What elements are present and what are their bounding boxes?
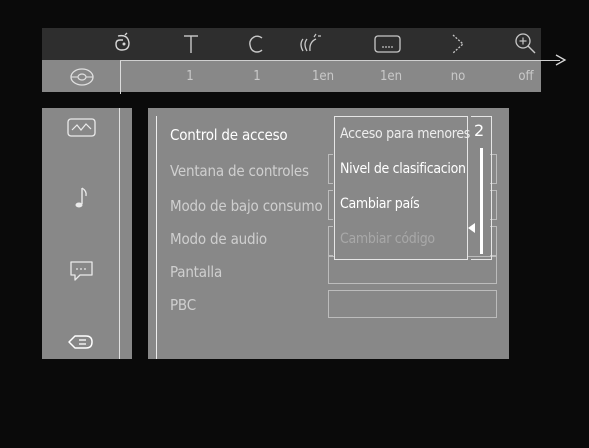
title-icon[interactable] — [181, 33, 201, 55]
header-value-zoom: off — [518, 69, 534, 84]
level-slider-track[interactable] — [480, 148, 483, 254]
menu-item-modo-audio[interactable]: Modo de audio — [170, 230, 267, 248]
submenu-item-cambiar-pais[interactable]: Cambiar país — [340, 196, 420, 212]
value-box-left-edge-1 — [328, 154, 333, 184]
header-value-angle: no — [450, 69, 466, 84]
value-box-left-edge-2 — [328, 190, 333, 220]
angle-icon[interactable] — [447, 31, 469, 57]
menu-item-ventana-controles[interactable]: Ventana de controles — [170, 162, 309, 180]
header-value-subtitle: 1en — [379, 69, 403, 84]
menu-item-control-acceso[interactable]: Control de acceso — [170, 126, 288, 144]
picture-settings-icon[interactable] — [66, 117, 98, 139]
subtitle-icon[interactable] — [373, 33, 403, 55]
level-slider-pointer-icon[interactable] — [466, 221, 478, 235]
menu-divider — [156, 116, 157, 359]
audio-language-icon[interactable] — [296, 33, 326, 55]
header-value-title: 1 — [186, 69, 194, 84]
value-box-pbc[interactable] — [328, 290, 497, 318]
header-value-audio: 1en — [311, 69, 335, 84]
menu-item-modo-bajo-consumo[interactable]: Modo de bajo consumo — [170, 197, 323, 215]
sound-settings-icon[interactable] — [71, 184, 91, 212]
language-settings-icon[interactable] — [68, 259, 96, 285]
sidebar-divider — [119, 108, 120, 359]
header-arrow-icon — [555, 54, 567, 66]
subtitle-person-icon[interactable] — [112, 32, 134, 54]
header-divider — [120, 60, 121, 94]
features-icon[interactable] — [66, 330, 98, 354]
submenu-item-cambiar-codigo[interactable]: Cambiar código — [340, 231, 435, 247]
value-box-left-edge-3 — [328, 226, 333, 256]
header-value-chapter: 1 — [253, 69, 261, 84]
disc-icon — [70, 68, 94, 86]
value-box-pantalla[interactable] — [328, 256, 497, 284]
submenu-item-acceso-menores[interactable]: Acceso para menores — [340, 126, 470, 142]
menu-item-pbc[interactable]: PBC — [170, 296, 196, 314]
level-value: 2 — [474, 121, 485, 140]
header-arrow-line — [120, 60, 560, 61]
submenu-item-nivel-clasificacion[interactable]: Nivel de clasificacion — [340, 161, 466, 177]
menu-item-pantalla[interactable]: Pantalla — [170, 263, 222, 281]
zoom-icon[interactable] — [513, 31, 539, 57]
chapter-icon[interactable] — [246, 33, 266, 55]
